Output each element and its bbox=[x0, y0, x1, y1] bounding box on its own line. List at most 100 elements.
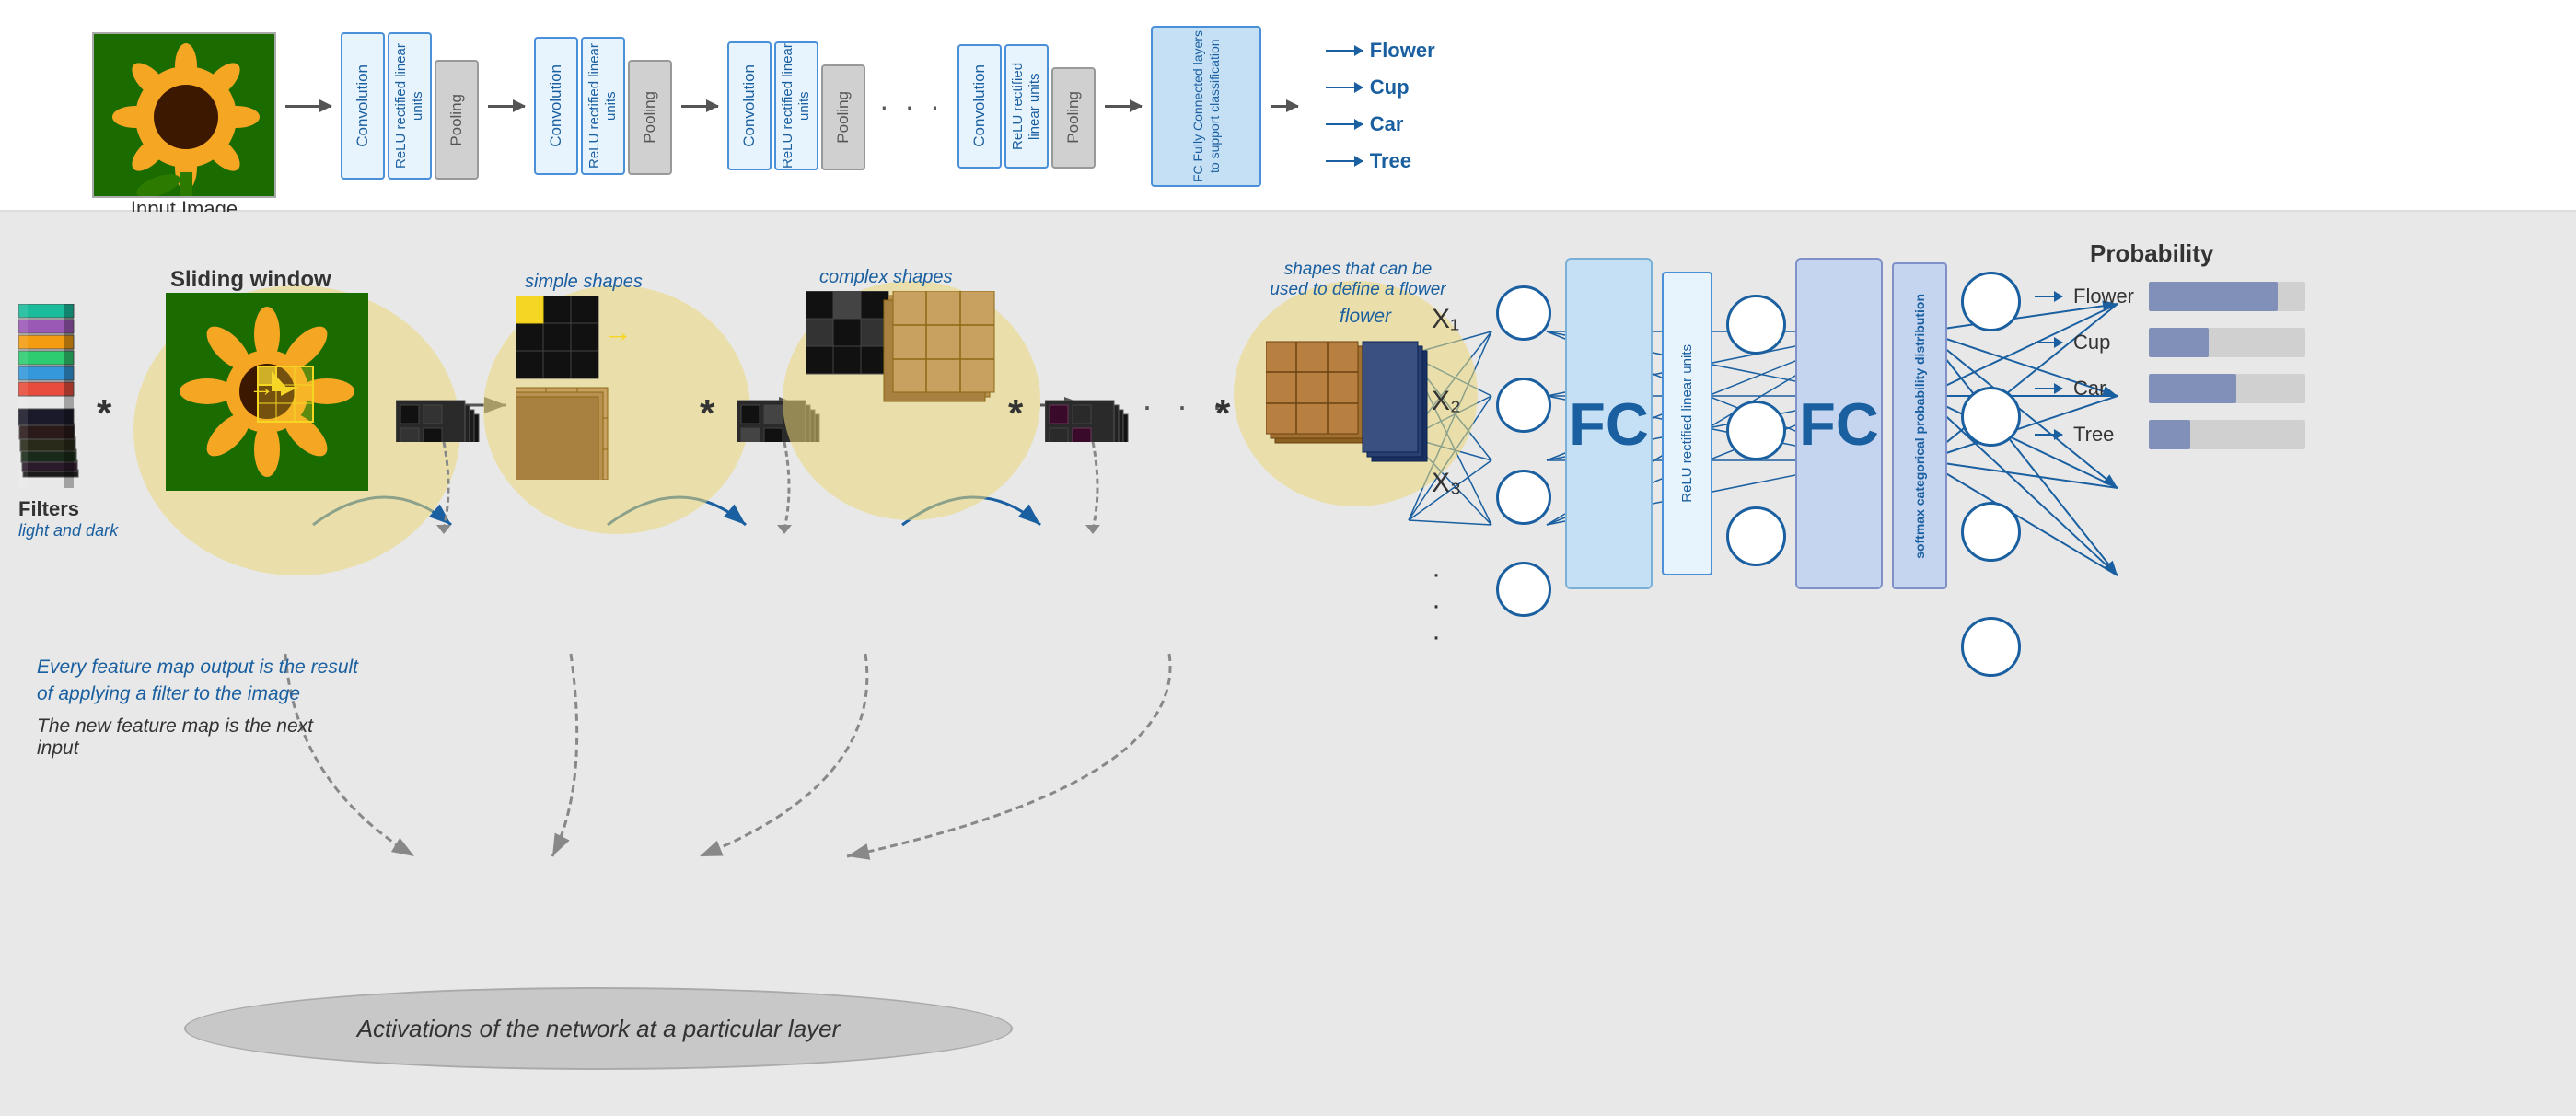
arrow-1 bbox=[285, 105, 331, 108]
nn-node-1-2 bbox=[1496, 378, 1551, 433]
feature-map-desc-blue: Every feature map output is the result o… bbox=[37, 654, 359, 708]
prob-arrow-cup bbox=[2035, 342, 2062, 343]
svg-text:→: → bbox=[603, 315, 632, 348]
prob-label-car: Car bbox=[2073, 377, 2138, 401]
prob-bar-cup-container bbox=[2149, 328, 2305, 357]
output-flower-text: Flower bbox=[1370, 39, 1435, 63]
activations-text: Activations of the network at a particul… bbox=[357, 1015, 841, 1043]
flower-shapes-area: shapes that can beused to define a flowe… bbox=[1238, 258, 1459, 480]
prob-bar-tree bbox=[2149, 420, 2190, 449]
x-dots-label: ··· bbox=[1432, 559, 1441, 653]
output-tree-text: Tree bbox=[1370, 149, 1411, 173]
complex-shapes-label: complex shapes bbox=[819, 267, 1027, 288]
filters-stack-svg bbox=[18, 304, 87, 488]
filters-sublabel: light and dark bbox=[18, 521, 118, 541]
prob-bar-tree-container bbox=[2149, 420, 2305, 449]
prob-bar-car bbox=[2149, 374, 2236, 403]
relu-layer-1: ReLU rectified linear units bbox=[388, 32, 432, 180]
relu-layer-2: ReLU rectified linear units bbox=[581, 37, 625, 175]
prob-arrow-car-head bbox=[2054, 383, 2063, 394]
sunflower-svg: → bbox=[166, 293, 368, 491]
asterisk-1: * bbox=[97, 391, 111, 436]
arrow-5 bbox=[1271, 105, 1298, 108]
nn-out-node-3 bbox=[1961, 502, 2021, 562]
relu-column: ReLU rectified linear units bbox=[1662, 272, 1712, 575]
asterisk-3: * bbox=[1008, 391, 1023, 436]
output-flower: Flower bbox=[1326, 39, 1435, 63]
probability-header: Probability bbox=[2090, 239, 2305, 268]
prob-arrow-tree-head bbox=[2054, 429, 2063, 440]
conv-layer-4: Convolution bbox=[957, 44, 1002, 169]
simple-shapes-area: simple shapes → bbox=[497, 267, 700, 484]
softmax-label: softmax categorical probability distribu… bbox=[1911, 294, 1928, 559]
pool-layer-3: Pooling bbox=[821, 64, 865, 170]
filters-label: Filters bbox=[18, 497, 118, 521]
nn-out-node-1 bbox=[1961, 272, 2021, 331]
simple-shapes-label: simple shapes bbox=[525, 272, 727, 293]
nn-out-node-2 bbox=[1961, 387, 2021, 447]
nn-output-nodes bbox=[1961, 272, 2021, 677]
flower-label: flower bbox=[1340, 306, 1459, 328]
dashed-arrow-1-svg bbox=[425, 442, 462, 534]
prob-label-tree: Tree bbox=[2073, 423, 2138, 447]
prob-row-tree: Tree bbox=[2035, 420, 2305, 449]
complex-shapes-area: complex shapes bbox=[792, 262, 999, 480]
pool-layer-1: Pooling bbox=[435, 60, 479, 180]
sunflower-bottom: → bbox=[166, 293, 368, 495]
arrow-2 bbox=[488, 105, 525, 108]
output-tree-arrow bbox=[1326, 160, 1363, 162]
top-content: Input Image Convolution ReLU rectified l… bbox=[92, 14, 1435, 198]
nn-layer-2 bbox=[1726, 295, 1786, 566]
prob-arrow-cup-head bbox=[2054, 337, 2063, 348]
output-car-arrow bbox=[1326, 123, 1363, 125]
cnn-block-3: Convolution ReLU rectified linear units … bbox=[727, 41, 865, 170]
nn-output-layer bbox=[1961, 272, 2021, 677]
cnn-block-2: Convolution ReLU rectified linear units … bbox=[534, 37, 672, 175]
prob-row-flower: Flower bbox=[2035, 282, 2305, 311]
nn-node-1-4 bbox=[1496, 562, 1551, 617]
fc2-column: FC bbox=[1795, 258, 1883, 589]
top-section: Input Image Convolution ReLU rectified l… bbox=[0, 0, 2576, 212]
dashed-arrow-3-svg bbox=[1074, 442, 1111, 534]
output-cup: Cup bbox=[1326, 76, 1435, 99]
simple-shapes-grid: → bbox=[516, 296, 700, 484]
sliding-window-area: Sliding window bbox=[143, 262, 368, 495]
feature-maps-3 bbox=[1045, 322, 1137, 447]
complex-shapes-svg bbox=[806, 291, 999, 475]
nn-node-2-2 bbox=[1726, 401, 1786, 460]
prob-bar-cup bbox=[2149, 328, 2209, 357]
nn-layer-1 bbox=[1496, 285, 1551, 617]
cnn-block-1: Convolution ReLU rectified linear units … bbox=[341, 32, 479, 180]
bottom-section: Filters light and dark * Sliding window bbox=[0, 212, 2576, 1116]
relu-label: ReLU rectified linear units bbox=[1678, 344, 1697, 503]
cnn-group-1: Convolution ReLU rectified linear units … bbox=[341, 32, 479, 180]
input-image bbox=[92, 32, 276, 198]
bottom-diagram: Filters light and dark * Sliding window bbox=[0, 212, 2576, 1116]
flower-shapes-svg bbox=[1266, 337, 1432, 475]
activations-ellipse: Activations of the network at a particul… bbox=[184, 987, 1013, 1070]
output-flower-arrow bbox=[1326, 50, 1363, 52]
cnn-block-4: Convolution ReLU rectified linear units … bbox=[957, 44, 1096, 169]
feature-maps-1-svg bbox=[396, 322, 488, 442]
prob-label-cup: Cup bbox=[2073, 331, 2138, 355]
dots-1: · · · bbox=[879, 89, 944, 123]
prob-bar-flower-container bbox=[2149, 282, 2305, 311]
asterisk-4: * bbox=[1215, 391, 1230, 436]
prob-label-flower: Flower bbox=[2073, 285, 2138, 308]
feature-maps-1 bbox=[396, 322, 488, 447]
output-cup-text: Cup bbox=[1370, 76, 1410, 99]
fc2-label: FC bbox=[1799, 389, 1879, 459]
fc1-label: FC bbox=[1569, 389, 1649, 459]
feature-map-description: Every feature map output is the result o… bbox=[37, 654, 359, 760]
dashed-arrow-1 bbox=[425, 442, 462, 539]
pool-layer-4: Pooling bbox=[1051, 67, 1096, 169]
conv-layer-3: Convolution bbox=[727, 41, 772, 170]
asterisk-2: * bbox=[700, 391, 714, 436]
prob-arrow-tree bbox=[2035, 434, 2062, 436]
nn-layer-1-nodes bbox=[1496, 285, 1551, 617]
nn-node-2-3 bbox=[1726, 506, 1786, 566]
prob-arrow-car bbox=[2035, 388, 2062, 389]
prob-bar-flower bbox=[2149, 282, 2278, 311]
probability-section: Probability Flower Cup bbox=[2035, 239, 2305, 466]
output-car: Car bbox=[1326, 112, 1435, 136]
